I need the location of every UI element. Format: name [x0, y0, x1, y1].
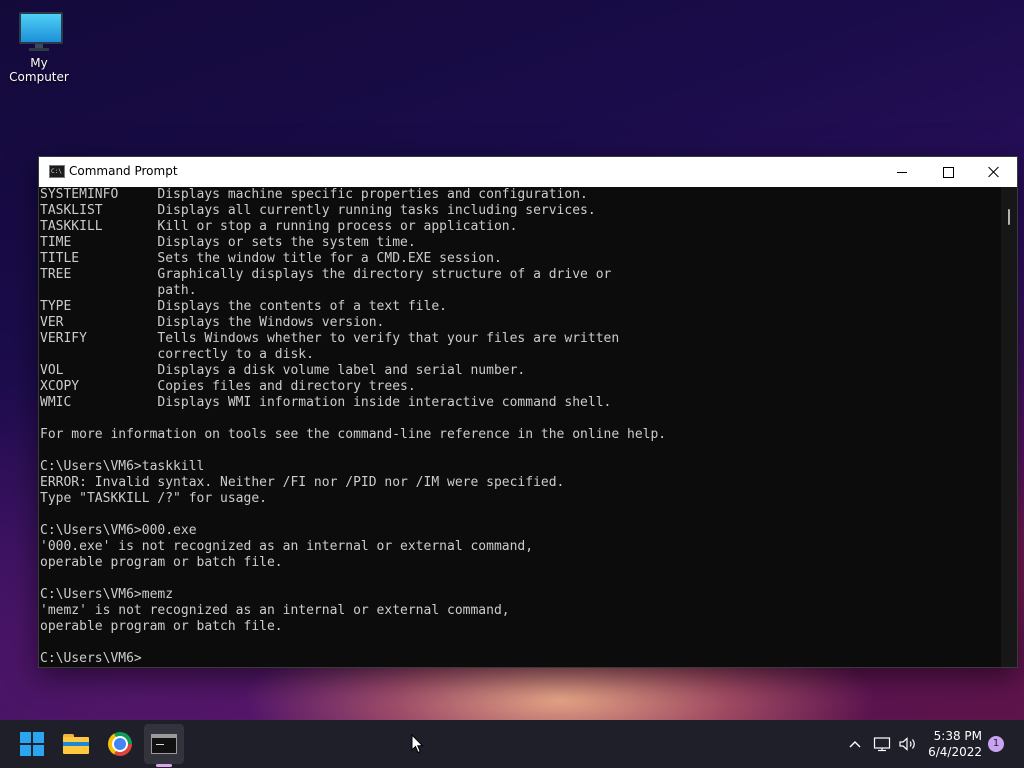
- console-line: TREE Graphically displays the directory …: [40, 267, 612, 282]
- tray-network-button[interactable]: [870, 724, 894, 764]
- desktop: My Computer C:\ Command Prompt SYSTEMINF…: [0, 0, 1024, 720]
- clock-date: 6/4/2022: [928, 745, 982, 759]
- folder-icon: [63, 734, 89, 754]
- taskbar-file-explorer[interactable]: [56, 724, 96, 764]
- console-line: C:\Users\VM6>: [40, 651, 142, 666]
- minimize-button[interactable]: [879, 157, 925, 187]
- maximize-icon: [942, 166, 954, 178]
- minimize-icon: [897, 171, 907, 173]
- taskbar-clock[interactable]: 5:38 PM 6/4/2022: [924, 728, 982, 760]
- console-line: C:\Users\VM6>taskkill: [40, 459, 205, 474]
- console-line: XCOPY Copies files and directory trees.: [40, 379, 416, 394]
- console-line: WMIC Displays WMI information inside int…: [40, 395, 612, 410]
- console-output[interactable]: SYSTEMINFO Displays machine specific pro…: [39, 187, 1001, 667]
- console-line: VER Displays the Windows version.: [40, 315, 385, 330]
- console-line: 'memz' is not recognized as an internal …: [40, 603, 510, 618]
- console-line: TIME Displays or sets the system time.: [40, 235, 416, 250]
- console-line: TYPE Displays the contents of a text fil…: [40, 299, 447, 314]
- console-line: TASKLIST Displays all currently running …: [40, 203, 596, 218]
- console-line: C:\Users\VM6>000.exe: [40, 523, 197, 538]
- tray-volume-button[interactable]: [896, 724, 920, 764]
- command-prompt-window[interactable]: C:\ Command Prompt SYSTEMINFO Displays m…: [38, 156, 1018, 668]
- console-line: ERROR: Invalid syntax. Neither /FI nor /…: [40, 475, 565, 490]
- console-line: TASKKILL Kill or stop a running process …: [40, 219, 518, 234]
- console-line: TITLE Sets the window title for a CMD.EX…: [40, 251, 502, 266]
- vertical-scrollbar[interactable]: [1001, 187, 1017, 667]
- console-line: Type "TASKKILL /?" for usage.: [40, 491, 267, 506]
- cmd-icon: C:\: [49, 165, 65, 178]
- cmd-icon: [151, 734, 177, 754]
- tray-overflow-button[interactable]: [844, 724, 866, 764]
- taskbar-chrome[interactable]: [100, 724, 140, 764]
- active-app-indicator: [156, 764, 172, 767]
- close-button[interactable]: [971, 157, 1017, 187]
- windows-logo-icon: [20, 732, 44, 756]
- network-icon: [873, 737, 891, 752]
- console-line: operable program or batch file.: [40, 619, 283, 634]
- console-line: VERIFY Tells Windows whether to verify t…: [40, 331, 620, 346]
- mouse-pointer-icon: [411, 733, 425, 758]
- start-button[interactable]: [12, 724, 52, 764]
- chrome-icon: [108, 732, 132, 756]
- scroll-thumb[interactable]: [1008, 209, 1010, 225]
- console-line: path.: [40, 283, 197, 298]
- console-line: SYSTEMINFO Displays machine specific pro…: [40, 187, 588, 202]
- console-line: C:\Users\VM6>memz: [40, 587, 174, 602]
- console-line: correctly to a disk.: [40, 347, 314, 362]
- monitor-icon: [17, 8, 63, 52]
- console-line: VOL Displays a disk volume label and ser…: [40, 363, 526, 378]
- console-text: SYSTEMINFO Displays machine specific pro…: [39, 187, 1001, 667]
- taskbar-command-prompt[interactable]: [144, 724, 184, 764]
- clock-time: 5:38 PM: [933, 729, 982, 743]
- console-line: operable program or batch file.: [40, 555, 283, 570]
- close-icon: [988, 166, 1000, 178]
- notification-badge[interactable]: 1: [988, 736, 1004, 752]
- desktop-icon-label: My Computer: [9, 56, 69, 84]
- maximize-button[interactable]: [925, 157, 971, 187]
- chevron-up-icon: [849, 741, 861, 748]
- desktop-icon-my-computer[interactable]: My Computer: [0, 8, 78, 84]
- console-line: '000.exe' is not recognized as an intern…: [40, 539, 534, 554]
- window-titlebar[interactable]: C:\ Command Prompt: [39, 157, 1017, 187]
- volume-icon: [899, 737, 915, 751]
- window-title: Command Prompt: [69, 164, 178, 178]
- console-line: For more information on tools see the co…: [40, 427, 667, 442]
